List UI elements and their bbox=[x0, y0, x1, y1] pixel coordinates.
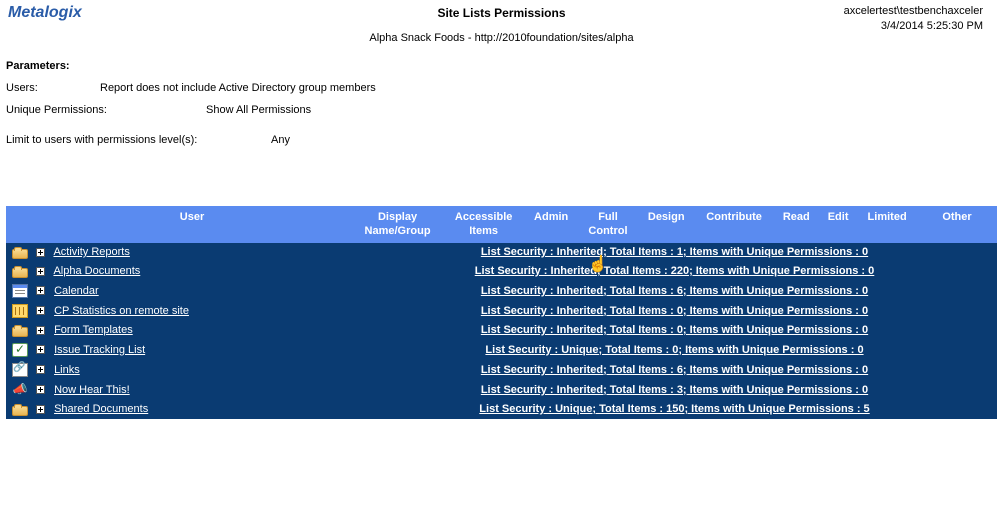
folder-icon bbox=[12, 406, 28, 416]
list-security-link[interactable]: List Security : Inherited; Total Items :… bbox=[481, 364, 868, 376]
table-row: CP Statistics on remote site List Securit… bbox=[6, 301, 997, 321]
table-row: Shared Documents List Security : Unique; … bbox=[6, 400, 997, 419]
logo: Metalogix bbox=[8, 4, 82, 22]
list-security-link[interactable]: List Security : Inherited; Total Items :… bbox=[481, 384, 868, 396]
list-name-link[interactable]: Links bbox=[54, 364, 80, 376]
list-name-link[interactable]: CP Statistics on remote site bbox=[54, 305, 189, 317]
param-users-label: Users: bbox=[6, 82, 100, 94]
list-name-link[interactable]: Now Hear This! bbox=[54, 384, 130, 396]
expand-toggle[interactable] bbox=[36, 365, 45, 374]
table-row: Issue Tracking List List Security : Uniqu… bbox=[6, 340, 997, 360]
col-design[interactable]: Design bbox=[638, 206, 695, 243]
param-limit-value: Any bbox=[271, 134, 997, 146]
horn-icon bbox=[12, 383, 28, 397]
list-name-link[interactable]: Activity Reports bbox=[53, 246, 129, 258]
col-edit[interactable]: Edit bbox=[819, 206, 857, 243]
links-icon bbox=[12, 363, 28, 377]
calendar-icon bbox=[12, 284, 28, 298]
table-row: Form Templates List Security : Inherited;… bbox=[6, 321, 997, 340]
sheet-icon bbox=[12, 304, 28, 318]
col-read[interactable]: Read bbox=[774, 206, 819, 243]
expand-toggle[interactable] bbox=[36, 326, 45, 335]
col-contribute[interactable]: Contribute bbox=[695, 206, 774, 243]
table-row: Alpha Documents List Security : Inherited… bbox=[6, 262, 997, 281]
col-admin[interactable]: Admin bbox=[524, 206, 578, 243]
parameters-heading: Parameters: bbox=[6, 60, 997, 72]
report-timestamp: 3/4/2014 5:25:30 PM bbox=[844, 19, 983, 34]
table-row: Calendar List Security : Inherited; Total… bbox=[6, 281, 997, 301]
expand-toggle[interactable] bbox=[36, 306, 45, 315]
col-other[interactable]: Other bbox=[917, 206, 997, 243]
folder-icon bbox=[12, 249, 28, 259]
col-user[interactable]: User bbox=[32, 206, 352, 243]
list-name-link[interactable]: Alpha Documents bbox=[53, 265, 140, 277]
param-limit-label: Limit to users with permissions level(s)… bbox=[6, 134, 271, 146]
current-user: axcelertest\testbenchaxceler bbox=[844, 4, 983, 19]
issue-icon bbox=[12, 343, 28, 357]
table-row: Activity Reports List Security : Inherite… bbox=[6, 243, 997, 262]
col-full[interactable]: Full Control bbox=[578, 206, 638, 243]
list-security-link[interactable]: List Security : Inherited; Total Items :… bbox=[481, 285, 868, 297]
expand-toggle[interactable] bbox=[36, 405, 45, 414]
list-security-link[interactable]: List Security : Inherited; Total Items :… bbox=[475, 265, 875, 277]
col-display[interactable]: Display Name/Group bbox=[352, 206, 443, 243]
col-accessible[interactable]: Accessible Items bbox=[443, 206, 524, 243]
table-row: Now Hear This! List Security : Inherited;… bbox=[6, 380, 997, 400]
permissions-table: User Display Name/Group Accessible Items… bbox=[6, 206, 997, 419]
list-name-link[interactable]: Form Templates bbox=[54, 324, 133, 336]
list-security-link[interactable]: List Security : Inherited; Total Items :… bbox=[481, 246, 868, 258]
folder-icon bbox=[12, 268, 28, 278]
col-limited[interactable]: Limited bbox=[857, 206, 917, 243]
param-users-value: Report does not include Active Directory… bbox=[100, 82, 997, 94]
list-security-link[interactable]: List Security : Inherited; Total Items :… bbox=[481, 305, 868, 317]
expand-toggle[interactable] bbox=[36, 248, 45, 257]
expand-toggle[interactable] bbox=[36, 286, 45, 295]
param-unique-label: Unique Permissions: bbox=[6, 104, 206, 116]
list-security-link[interactable]: List Security : Unique; Total Items : 15… bbox=[479, 403, 869, 415]
expand-toggle[interactable] bbox=[36, 385, 45, 394]
list-name-link[interactable]: Issue Tracking List bbox=[54, 344, 145, 356]
expand-toggle[interactable] bbox=[36, 345, 45, 354]
folder-icon bbox=[12, 327, 28, 337]
expand-toggle[interactable] bbox=[36, 267, 45, 276]
table-row: Links List Security : Inherited; Total It… bbox=[6, 360, 997, 380]
list-name-link[interactable]: Shared Documents bbox=[54, 403, 148, 415]
param-unique-value: Show All Permissions bbox=[206, 104, 997, 116]
list-security-link[interactable]: List Security : Unique; Total Items : 0;… bbox=[485, 344, 863, 356]
list-name-link[interactable]: Calendar bbox=[54, 285, 99, 297]
list-security-link[interactable]: List Security : Inherited; Total Items :… bbox=[481, 324, 868, 336]
